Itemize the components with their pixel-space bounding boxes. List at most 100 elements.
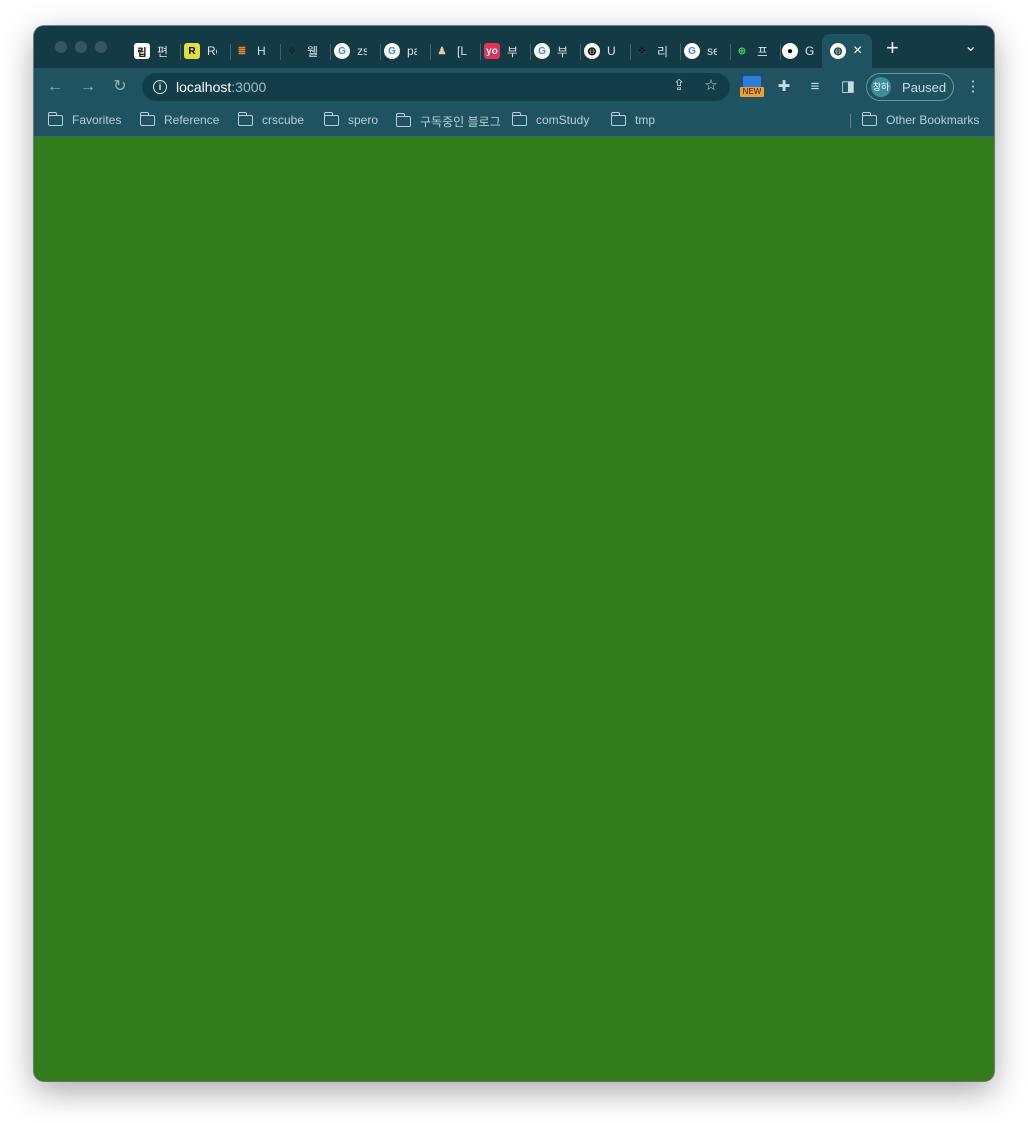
- page-content: [34, 137, 994, 1081]
- tab-separator: [780, 44, 781, 60]
- toolbar: ← → ↻ i localhost:3000 ⇪ ☆ NEW ✚ ≡ ◨ 창하 …: [34, 68, 994, 106]
- google-icon: G: [534, 43, 550, 59]
- tab-separator: [430, 44, 431, 60]
- tab[interactable]: R Re: [184, 36, 228, 66]
- tab-title: U: [607, 44, 616, 58]
- close-tab-icon[interactable]: ×: [853, 42, 862, 60]
- google-icon: G: [684, 43, 700, 59]
- media-queue-icon[interactable]: ≡: [806, 78, 824, 96]
- bookmark-folder[interactable]: crscube: [237, 111, 304, 127]
- tab[interactable]: ◍ U: [584, 36, 628, 66]
- tab-title: 리: [657, 44, 667, 59]
- tab[interactable]: Gpa: [384, 36, 428, 66]
- blog-favicon-icon: 립: [134, 43, 150, 59]
- address-bar[interactable]: i localhost:3000 ⇪ ☆: [142, 73, 730, 101]
- extension-new-icon[interactable]: NEW: [740, 76, 764, 98]
- tab-separator: [730, 44, 731, 60]
- tab-title: H: [257, 44, 266, 58]
- bookmark-label: Reference: [164, 113, 220, 127]
- tab[interactable]: Gzs: [334, 36, 378, 66]
- folder-icon: [323, 111, 339, 126]
- tab-separator: [530, 44, 531, 60]
- new-tab-button[interactable]: +: [886, 37, 899, 59]
- yo-favicon-icon: yo: [484, 43, 500, 59]
- bookmark-star-icon[interactable]: ☆: [702, 77, 720, 95]
- browser-window: 립편RRe≣H⁘웰GzsGpa♟[Lyo부G부◍U⁘리Gse⊕프●G ◍ × +…: [34, 26, 994, 1081]
- tab-separator: [180, 44, 181, 60]
- bookmark-folder[interactable]: spero: [323, 111, 379, 127]
- bookmark-label: spero: [348, 113, 379, 127]
- url-host: localhost: [176, 79, 232, 95]
- bookmark-label: comStudy: [536, 113, 590, 127]
- tab-separator: [330, 44, 331, 60]
- tab-title: 웰: [307, 44, 317, 59]
- tab-title: 편: [157, 44, 167, 59]
- tab-search-button[interactable]: ⌄: [964, 39, 977, 55]
- tab-separator: [680, 44, 681, 60]
- bookmark-folder[interactable]: 구독중인 블로그: [395, 113, 501, 130]
- url-text: localhost:3000: [176, 79, 266, 95]
- bookmark-folder[interactable]: comStudy: [511, 111, 590, 127]
- globe-icon: ◍: [830, 43, 846, 59]
- tab-title: zs: [357, 44, 367, 58]
- tab[interactable]: ≣ H: [234, 36, 278, 66]
- tab-separator: [230, 44, 231, 60]
- tab-separator: [380, 44, 381, 60]
- reload-button[interactable]: ↻: [111, 78, 129, 96]
- other-bookmarks-folder[interactable]: Other Bookmarks: [861, 111, 979, 127]
- tab[interactable]: Gse: [684, 36, 728, 66]
- tab-strip: 립편RRe≣H⁘웰GzsGpa♟[Lyo부G부◍U⁘리Gse⊕프●G ◍ × +…: [34, 26, 994, 68]
- url-port: :3000: [231, 79, 267, 95]
- bookmark-folder[interactable]: Reference: [139, 111, 220, 127]
- bookmarks-divider: [850, 114, 851, 128]
- profile-button[interactable]: 창하 Paused: [866, 73, 954, 101]
- tab[interactable]: yo 부: [484, 36, 528, 66]
- tab-title: se: [707, 44, 717, 58]
- tab-title: G: [805, 44, 815, 58]
- tab[interactable]: 립편: [134, 36, 178, 66]
- person-favicon-icon: ♟: [437, 45, 447, 57]
- tab[interactable]: ♟ [L: [434, 36, 478, 66]
- tab-active[interactable]: ◍ ×: [822, 34, 872, 68]
- tab-title: 프: [757, 44, 767, 59]
- bookmark-folder[interactable]: tmp: [610, 111, 655, 127]
- forward-button[interactable]: →: [79, 78, 97, 96]
- tab-separator: [580, 44, 581, 60]
- folder-icon: [861, 111, 877, 126]
- tab[interactable]: ⁘ 웰: [284, 36, 328, 66]
- profile-status: Paused: [902, 79, 947, 95]
- search-favicon-icon: ⊕: [737, 45, 747, 57]
- site-info-icon[interactable]: i: [153, 80, 167, 94]
- bookmark-folder[interactable]: Favorites: [47, 111, 121, 127]
- tab[interactable]: ⁘ 리: [634, 36, 678, 66]
- share-icon[interactable]: ⇪: [670, 77, 688, 95]
- google-icon: G: [334, 43, 350, 59]
- more-menu-icon[interactable]: ⋮: [964, 78, 982, 96]
- folder-icon: [610, 111, 626, 126]
- globe-icon: ◍: [584, 43, 600, 59]
- folder-icon: [237, 111, 253, 126]
- folder-icon: [511, 111, 527, 126]
- tab-separator: [630, 44, 631, 60]
- extension-badge: NEW: [740, 87, 764, 97]
- tab[interactable]: G부: [534, 36, 578, 66]
- tab-title: pa: [407, 44, 417, 58]
- folder-icon: [47, 111, 63, 126]
- dots-favicon-icon: ⁘: [637, 45, 647, 57]
- stackoverflow-icon: ≣: [237, 45, 247, 57]
- folder-icon: [139, 111, 155, 126]
- folder-icon: [395, 113, 411, 127]
- close-window-button[interactable]: [55, 41, 67, 53]
- github-icon: ●: [782, 43, 798, 59]
- side-panel-icon[interactable]: ◨: [839, 78, 857, 96]
- extensions-puzzle-icon[interactable]: ✚: [775, 78, 793, 96]
- tab-title: Re: [207, 44, 217, 58]
- tab[interactable]: ● G: [782, 36, 826, 66]
- tab-title: 부: [507, 44, 517, 59]
- tab-title: 부: [557, 44, 567, 59]
- back-button[interactable]: ←: [46, 78, 64, 96]
- minimize-window-button[interactable]: [75, 41, 87, 53]
- bookmark-label: 구독중인 블로그: [420, 115, 501, 129]
- tab[interactable]: ⊕ 프: [734, 36, 778, 66]
- maximize-window-button[interactable]: [95, 41, 107, 53]
